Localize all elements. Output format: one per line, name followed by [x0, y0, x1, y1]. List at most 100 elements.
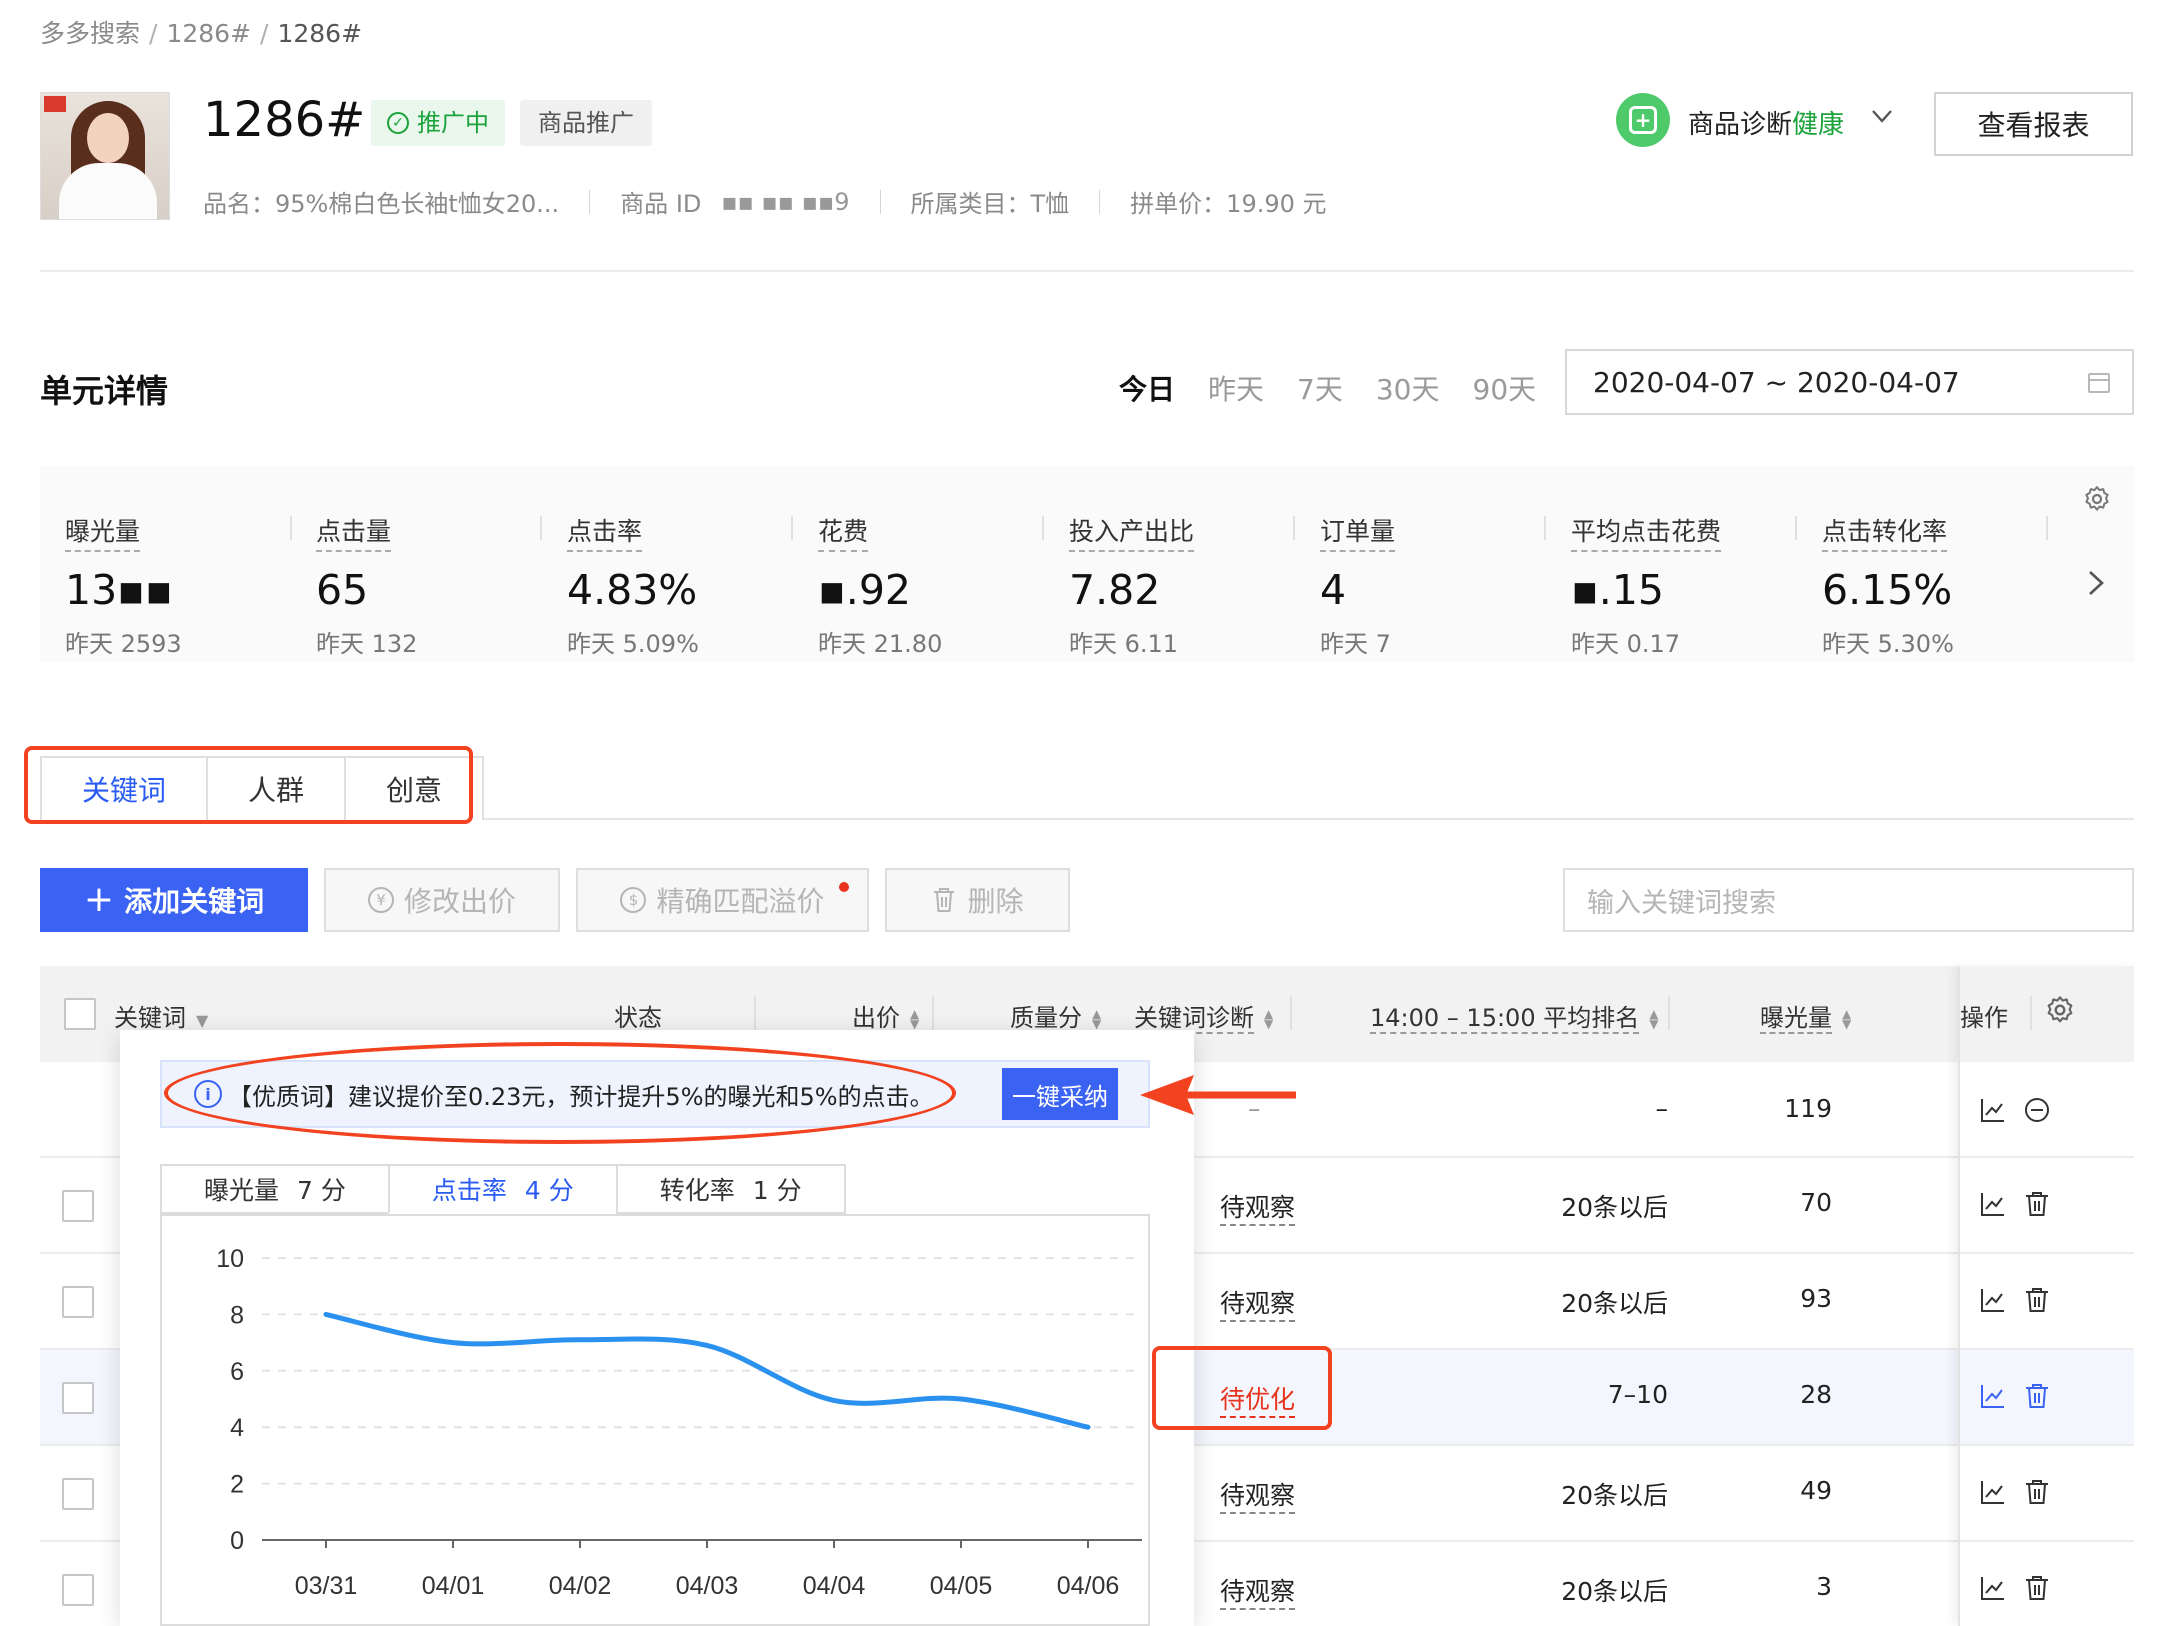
col-diagnosis[interactable]: 关键词诊断 ▲ ▼ — [1134, 998, 1273, 1034]
metric-previous: 昨天 21.80 — [818, 630, 943, 658]
sort-icon[interactable]: ▲ ▼ — [910, 1008, 919, 1030]
plus-icon: + — [83, 879, 115, 920]
range-7d[interactable]: 7天 — [1297, 368, 1343, 408]
divider — [2046, 516, 2048, 540]
popover-tab-cvr[interactable]: 转化率 1 分 — [615, 1164, 846, 1214]
x-tick-label: 04/04 — [803, 1572, 866, 1600]
view-report-button[interactable]: 查看报表 — [1934, 92, 2133, 156]
metric-value: 4.83% — [567, 566, 698, 614]
popover-tab-score: 1 分 — [752, 1176, 802, 1205]
diagnosis-label: 商品诊断 — [1688, 110, 1793, 140]
accept-suggestion-button[interactable]: 一键采纳 — [1002, 1068, 1118, 1120]
breadcrumb-item-unit[interactable]: 1286# — [166, 19, 251, 48]
date-range-value: 2020-04-07 ~ 2020-04-07 — [1593, 365, 1960, 399]
x-tick-label: 03/31 — [295, 1572, 358, 1600]
add-keyword-button[interactable]: + 添加关键词 — [40, 868, 308, 932]
x-tick-label: 04/03 — [676, 1572, 739, 1600]
popover-tab-impressions[interactable]: 曝光量 7 分 — [160, 1164, 388, 1214]
metric-value: 65 — [316, 566, 369, 614]
chevron-right-icon[interactable] — [2084, 568, 2108, 598]
row-impressions: 28 — [1800, 1380, 1832, 1409]
divider — [1795, 516, 1797, 540]
breadcrumb-separator: / — [149, 19, 158, 48]
row-diagnosis[interactable]: 待观察 — [1220, 1476, 1296, 1514]
metrics-panel: 曝光量 13▪▪ 昨天 2593 点击量 65 昨天 132 点击率 4.83%… — [40, 466, 2134, 662]
metric-label[interactable]: 花费 — [818, 512, 869, 552]
metric-cvr: 点击转化率 6.15% 昨天 5.30% — [1822, 512, 1954, 659]
annotation-ellipse — [164, 1042, 956, 1144]
metric-label[interactable]: 点击转化率 — [1822, 512, 1948, 552]
row-rank: 20条以后 — [1561, 1577, 1668, 1606]
metric-label[interactable]: 平均点击花费 — [1571, 512, 1722, 552]
metric-label[interactable]: 点击率 — [567, 512, 643, 552]
col-quality-label: 质量分 — [1010, 1004, 1082, 1032]
metric-value: 6.15% — [1822, 566, 1953, 614]
chevron-down-icon[interactable] — [1870, 104, 1894, 128]
diagnosis-dropdown[interactable]: 商品诊断健康 — [1688, 104, 1844, 141]
filter-icon[interactable]: ▼ — [196, 1011, 208, 1030]
sort-icon[interactable]: ▲ ▼ — [1264, 1008, 1273, 1030]
col-quality[interactable]: 质量分 ▲ ▼ — [1010, 998, 1101, 1033]
yen-icon: ¥ — [367, 887, 394, 913]
exact-match-premium-label: 精确匹配溢价 — [656, 885, 825, 918]
metric-roi: 投入产出比 7.82 昨天 6.11 — [1069, 512, 1195, 659]
date-range-picker[interactable]: 2020-04-07 ~ 2020-04-07 — [1565, 349, 2134, 415]
row-checkbox[interactable] — [62, 1286, 94, 1318]
sort-icon[interactable]: ▲ ▼ — [1092, 1008, 1101, 1030]
row-checkbox[interactable] — [62, 1478, 94, 1510]
row-diagnosis[interactable]: 待观察 — [1220, 1188, 1296, 1226]
delete-button[interactable]: 删除 — [885, 868, 1070, 932]
range-today[interactable]: 今日 — [1119, 368, 1175, 408]
metric-ctr: 点击率 4.83% 昨天 5.09% — [567, 512, 699, 659]
row-rank: – — [1655, 1094, 1669, 1123]
metric-label[interactable]: 点击量 — [316, 512, 392, 552]
row-rank: 20条以后 — [1561, 1481, 1668, 1510]
breadcrumb-item-search[interactable]: 多多搜索 — [40, 19, 140, 48]
metric-label[interactable]: 订单量 — [1320, 512, 1396, 552]
annotation-box-optimize — [1152, 1346, 1332, 1430]
exact-match-premium-button[interactable]: $ 精确匹配溢价 — [576, 868, 869, 932]
col-rank-label: 14:00 – 15:00 平均排名 — [1370, 1004, 1640, 1034]
col-rank[interactable]: 14:00 – 15:00 平均排名 ▲ ▼ — [1370, 998, 1658, 1034]
date-range-tabs: 今日 昨天 7天 30天 90天 — [1119, 368, 1569, 408]
row-checkbox[interactable] — [62, 1382, 94, 1414]
col-keyword[interactable]: 关键词 ▼ — [114, 998, 208, 1033]
row-diagnosis[interactable]: 待观察 — [1220, 1284, 1296, 1322]
product-thumbnail — [40, 92, 170, 220]
calendar-icon — [2088, 373, 2110, 393]
metric-previous: 昨天 6.11 — [1069, 630, 1179, 658]
popover-tab-ctr[interactable]: 点击率 4 分 — [387, 1164, 616, 1214]
keyword-search-input[interactable]: 输入关键词搜索 — [1563, 868, 2134, 932]
metric-value: ▪.92 — [818, 566, 911, 614]
diagnosis-status: 健康 — [1792, 110, 1845, 140]
trend-chart-svg: 0 2 4 6 8 10 03/31 04/01 04/02 04/03 04/04 04/05 04/… — [216, 1245, 1142, 1600]
edit-bid-button[interactable]: ¥ 修改出价 — [324, 868, 560, 932]
breadcrumb-current: 1286# — [277, 19, 363, 48]
header-divider — [40, 270, 2134, 272]
metric-value: 7.82 — [1069, 566, 1161, 614]
breadcrumb-separator: / — [260, 19, 269, 48]
diagnosis-icon[interactable]: + — [1616, 93, 1670, 147]
sort-icon[interactable]: ▲ ▼ — [1649, 1008, 1658, 1030]
y-tick-label: 10 — [216, 1245, 244, 1273]
annotation-box-tabs — [24, 746, 473, 824]
x-tick-label: 04/01 — [422, 1572, 485, 1600]
col-status: 状态 — [614, 1004, 662, 1032]
range-yesterday[interactable]: 昨天 — [1208, 368, 1264, 408]
col-bid[interactable]: 出价 ▲ ▼ — [852, 998, 919, 1033]
trend-chart: 0 2 4 6 8 10 03/31 04/01 04/02 04/03 04/04 04/05 04/… — [160, 1214, 1150, 1626]
metric-label[interactable]: 投入产出比 — [1069, 512, 1195, 552]
edit-bid-label: 修改出价 — [403, 885, 516, 918]
row-diagnosis[interactable]: 待观察 — [1220, 1572, 1296, 1610]
row-checkbox[interactable] — [62, 1190, 94, 1222]
row-checkbox[interactable] — [62, 1574, 94, 1606]
product-name: 品名：95%棉白色长袖t恤女20... — [203, 190, 560, 218]
range-30d[interactable]: 30天 — [1376, 368, 1440, 408]
sort-icon[interactable]: ▲ ▼ — [1842, 1008, 1851, 1030]
range-90d[interactable]: 90天 — [1473, 368, 1537, 408]
col-impressions[interactable]: 曝光量 ▲ ▼ — [1760, 998, 1851, 1034]
metric-label[interactable]: 曝光量 — [65, 512, 141, 552]
settings-gear-icon[interactable] — [2082, 484, 2112, 514]
x-tick-label: 04/02 — [549, 1572, 612, 1600]
select-all-checkbox[interactable] — [64, 998, 96, 1030]
